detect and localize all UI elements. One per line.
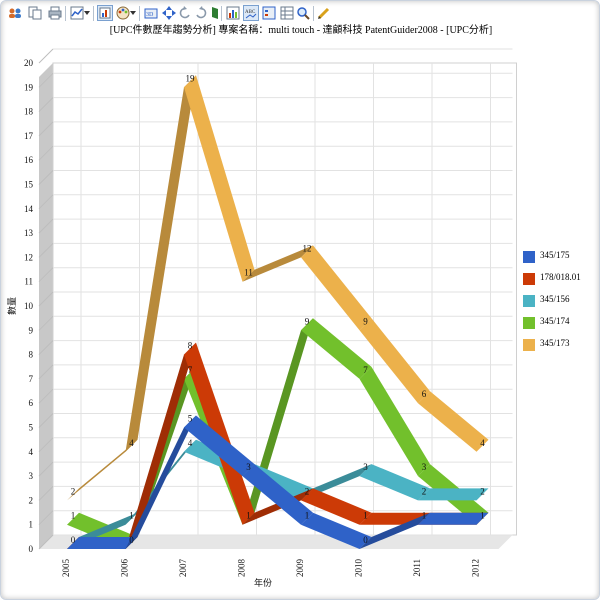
chart-plot: 051081 1143232 21071973124191112964 012345… bbox=[6, 48, 517, 588]
y-tick-label: 17 bbox=[24, 131, 34, 141]
legend-swatch bbox=[523, 251, 535, 263]
y-tick-label: 1 bbox=[29, 520, 34, 530]
data-label: 1 bbox=[422, 511, 427, 521]
y-tick-label: 20 bbox=[24, 58, 34, 68]
data-label: 11 bbox=[244, 268, 253, 278]
data-label: 3 bbox=[246, 462, 251, 472]
legend-label: 345/156 bbox=[540, 294, 570, 304]
legend-swatch bbox=[523, 339, 535, 351]
y-tick-label: 6 bbox=[29, 398, 34, 408]
x-tick-label: 2008 bbox=[237, 559, 247, 578]
data-label: 1 bbox=[129, 511, 134, 521]
ribbon-segment bbox=[418, 488, 489, 501]
legend-label: 345/174 bbox=[540, 316, 570, 326]
x-axis-label: 年份 bbox=[254, 577, 272, 588]
data-label: 2 bbox=[422, 486, 427, 496]
chart-window: 3D ABC [UPC件數歷年趨勢分析] 專案名稱：multi touch - … bbox=[0, 0, 600, 600]
y-tick-label: 11 bbox=[24, 277, 33, 287]
y-tick-label: 18 bbox=[24, 107, 34, 117]
y-tick-label: 4 bbox=[29, 447, 34, 457]
data-label: 12 bbox=[303, 243, 312, 253]
x-tick-label: 2009 bbox=[295, 559, 305, 578]
x-tick-label: 2010 bbox=[354, 559, 364, 578]
left-wall bbox=[39, 63, 53, 549]
data-label: 9 bbox=[305, 316, 310, 326]
y-tick-label: 3 bbox=[29, 471, 34, 481]
data-label: 4 bbox=[480, 438, 485, 448]
data-label: 1 bbox=[480, 511, 485, 521]
data-label: 4 bbox=[129, 438, 134, 448]
x-tick-label: 2005 bbox=[61, 559, 71, 578]
ribbon-segment bbox=[418, 512, 489, 525]
data-label: 0 bbox=[129, 535, 134, 545]
gridline-y-side bbox=[38, 48, 54, 64]
legend-label: 345/173 bbox=[540, 338, 570, 348]
data-label: 7 bbox=[188, 365, 193, 375]
y-tick-label: 15 bbox=[24, 180, 34, 190]
data-label: 1 bbox=[305, 511, 310, 521]
data-label: 2 bbox=[305, 486, 310, 496]
data-label: 8 bbox=[188, 341, 193, 351]
y-axis-label: 數量 bbox=[6, 297, 17, 315]
y-tick-label: 7 bbox=[29, 374, 34, 384]
x-tick-label: 2007 bbox=[178, 559, 188, 578]
y-tick-label: 12 bbox=[24, 252, 33, 262]
y-tick-label: 9 bbox=[29, 325, 34, 335]
data-label: 2 bbox=[480, 486, 485, 496]
y-tick-label: 5 bbox=[29, 423, 34, 433]
y-tick-label: 16 bbox=[24, 155, 34, 165]
y-tick-label: 2 bbox=[29, 495, 34, 505]
data-label: 1 bbox=[363, 511, 368, 521]
y-tick-label: 13 bbox=[24, 228, 34, 238]
data-label: 3 bbox=[363, 462, 368, 472]
data-label: 5 bbox=[188, 414, 193, 424]
x-tick-label: 2006 bbox=[120, 559, 130, 578]
data-label: 0 bbox=[363, 535, 368, 545]
back-wall bbox=[52, 62, 517, 536]
y-tick-label: 8 bbox=[29, 350, 34, 360]
data-label: 7 bbox=[363, 365, 368, 375]
x-tick-label: 2011 bbox=[412, 559, 422, 577]
data-label: 1 bbox=[71, 511, 76, 521]
data-label: 3 bbox=[422, 462, 427, 472]
legend-label: 178/018.01 bbox=[540, 272, 581, 282]
data-label: 4 bbox=[188, 438, 193, 448]
legend-label: 345/175 bbox=[540, 250, 570, 260]
y-tick-label: 10 bbox=[24, 301, 34, 311]
data-label: 2 bbox=[71, 486, 76, 496]
x-tick-label: 2012 bbox=[471, 559, 481, 577]
data-label: 1 bbox=[246, 511, 251, 521]
data-label: 0 bbox=[71, 535, 76, 545]
y-tick-label: 14 bbox=[24, 204, 34, 214]
data-label: 19 bbox=[186, 73, 196, 83]
y-tick-label: 19 bbox=[24, 82, 34, 92]
legend-swatch bbox=[523, 317, 535, 329]
legend-swatch bbox=[523, 295, 535, 307]
legend-swatch bbox=[523, 273, 535, 285]
y-tick-label: 0 bbox=[29, 544, 34, 554]
data-label: 6 bbox=[422, 389, 427, 399]
data-label: 9 bbox=[363, 316, 368, 326]
